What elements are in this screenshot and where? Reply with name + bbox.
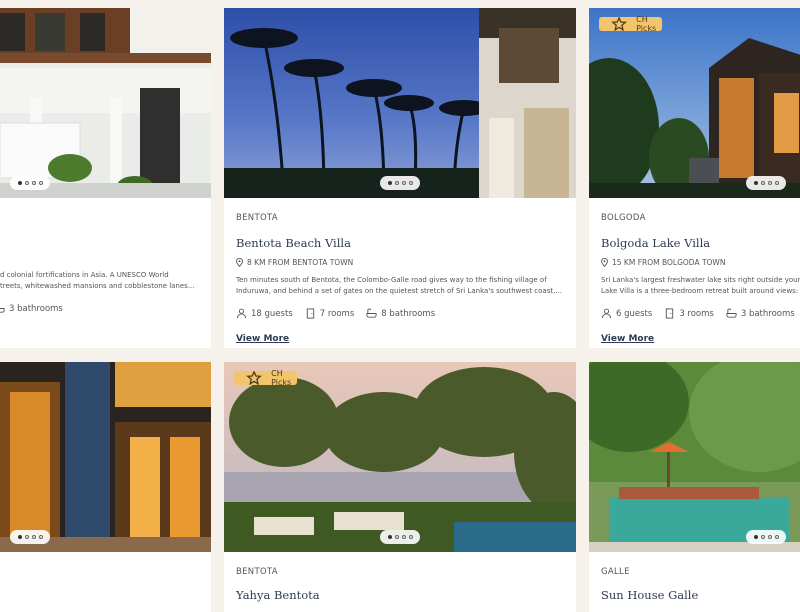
- carousel-dot[interactable]: [401, 181, 406, 185]
- property-image[interactable]: CH Picks: [589, 8, 800, 198]
- carousel-dot[interactable]: [753, 535, 758, 539]
- carousel-dot[interactable]: [31, 181, 36, 185]
- property-region: BOLGODA: [601, 213, 646, 223]
- rooms-stat: 3 rooms: [664, 308, 714, 319]
- rooms-stat: 7 rooms: [305, 308, 354, 319]
- property-title[interactable]: Bolgoda Lake Villa: [601, 236, 800, 250]
- carousel-dot[interactable]: [387, 181, 392, 185]
- bathtub-icon: [366, 308, 377, 318]
- carousel-dot[interactable]: [394, 181, 399, 185]
- carousel-dot[interactable]: [767, 535, 772, 539]
- person-icon: [601, 308, 612, 319]
- view-more-link[interactable]: View More: [236, 334, 289, 344]
- property-description: Ten minutes south of Bentota, the Colomb…: [236, 276, 563, 295]
- ch-picks-badge: CH Picks: [234, 369, 298, 387]
- property-card-4[interactable]: [0, 362, 211, 612]
- star-icon: [246, 371, 262, 385]
- carousel-dot[interactable]: [408, 535, 413, 539]
- carousel-dot[interactable]: [774, 535, 779, 539]
- guests-stat: 6 guests: [601, 308, 652, 319]
- property-image[interactable]: [0, 8, 211, 198]
- carousel-dots[interactable]: [380, 530, 420, 544]
- carousel-dots[interactable]: [380, 176, 420, 190]
- location-pin-icon: [236, 258, 243, 267]
- carousel-dot[interactable]: [17, 535, 22, 539]
- property-card-6[interactable]: GALLE Sun House Galle: [589, 362, 800, 612]
- property-region: GALLE: [601, 567, 630, 577]
- property-description: d colonial fortifications in Asia. A UNE…: [0, 271, 195, 290]
- carousel-dot[interactable]: [753, 181, 758, 185]
- star-icon: [611, 17, 627, 31]
- property-image[interactable]: CH Picks: [224, 362, 576, 552]
- carousel-dot[interactable]: [31, 535, 36, 539]
- carousel-dot[interactable]: [774, 181, 779, 185]
- carousel-dots[interactable]: [10, 530, 50, 544]
- guests-stat: 18 guests: [236, 308, 293, 319]
- bathrooms-stat: 3 bathrooms: [726, 308, 795, 319]
- person-icon: [236, 308, 247, 319]
- ch-picks-badge: CH Picks: [599, 15, 663, 33]
- property-title[interactable]: Bentota Beach Villa: [236, 236, 566, 250]
- bathrooms-stat: 8 bathrooms: [366, 308, 435, 319]
- property-region: BENTOTA: [236, 567, 278, 577]
- bathrooms-stat: 3 bathrooms: [0, 303, 63, 314]
- property-distance: 15 KM FROM BOLGODA TOWN: [601, 258, 800, 267]
- property-image[interactable]: [0, 362, 211, 552]
- carousel-dot[interactable]: [760, 535, 765, 539]
- bathtub-icon: [726, 308, 737, 318]
- carousel-dot[interactable]: [24, 181, 29, 185]
- property-region: BENTOTA: [236, 213, 278, 223]
- property-stats: 3 bathrooms: [0, 303, 201, 314]
- carousel-dot[interactable]: [394, 535, 399, 539]
- door-icon: [306, 308, 314, 319]
- property-image[interactable]: [589, 362, 800, 552]
- property-distance: 8 KM FROM BENTOTA TOWN: [236, 258, 566, 267]
- carousel-dot[interactable]: [24, 535, 29, 539]
- carousel-dot[interactable]: [38, 535, 43, 539]
- carousel-dot[interactable]: [387, 535, 392, 539]
- door-icon: [666, 308, 674, 319]
- view-more-link[interactable]: View More: [601, 334, 654, 344]
- carousel-dots[interactable]: [10, 176, 50, 190]
- property-card-3[interactable]: CH Picks BOLGODA Bolgoda Lake Villa 15 K…: [589, 8, 800, 348]
- carousel-dots[interactable]: [746, 176, 786, 190]
- bathtub-icon: [0, 308, 5, 313]
- carousel-dot[interactable]: [38, 181, 43, 185]
- carousel-dot[interactable]: [767, 181, 772, 185]
- carousel-dot[interactable]: [408, 181, 413, 185]
- property-card-5[interactable]: CH Picks BENTOTA Yahya Bentota: [224, 362, 576, 612]
- property-description: Sri Lanka's largest freshwater lake sits…: [601, 276, 800, 295]
- property-card-1[interactable]: d colonial fortifications in Asia. A UNE…: [0, 8, 211, 348]
- carousel-dot[interactable]: [760, 181, 765, 185]
- property-stats: 18 guests 7 rooms 8 bathrooms: [236, 308, 566, 319]
- carousel-dot[interactable]: [401, 535, 406, 539]
- property-image[interactable]: [224, 8, 576, 198]
- carousel-dots[interactable]: [746, 530, 786, 544]
- property-card-2[interactable]: BENTOTA Bentota Beach Villa 8 KM FROM BE…: [224, 8, 576, 348]
- location-pin-icon: [601, 258, 608, 267]
- carousel-dot[interactable]: [17, 181, 22, 185]
- property-stats: 6 guests 3 rooms 3 bathrooms: [601, 308, 800, 319]
